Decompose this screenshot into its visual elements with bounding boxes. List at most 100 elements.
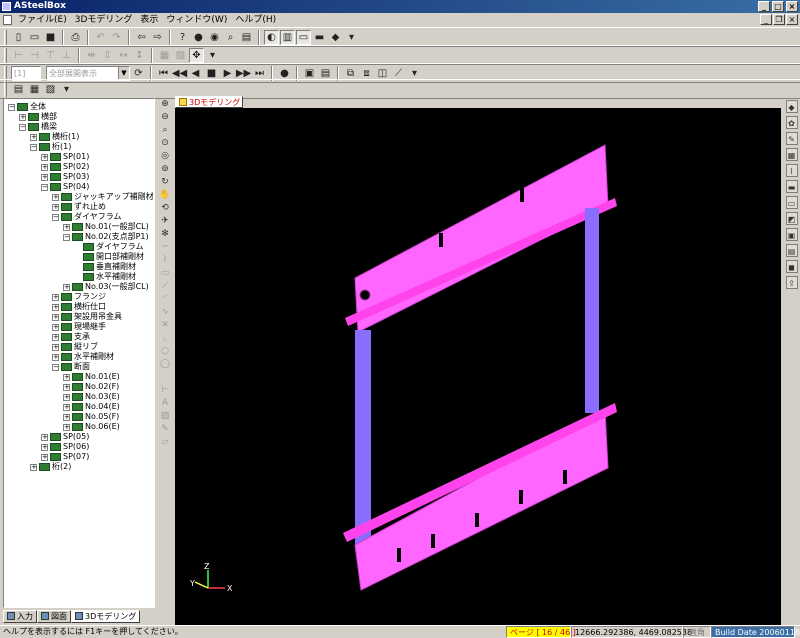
- align-left-icon[interactable]: ⊢: [11, 48, 26, 63]
- render-mode-icon[interactable]: ◐: [264, 29, 279, 45]
- properties-icon[interactable]: ▤: [11, 82, 26, 97]
- tree-item[interactable]: 開口部補剛材: [74, 252, 144, 262]
- tree-item[interactable]: + 架設用吊金具: [52, 312, 122, 322]
- zoom-previous-icon[interactable]: ⊚: [159, 163, 172, 175]
- export-tool-icon[interactable]: ⇪: [785, 276, 798, 289]
- tree-item[interactable]: 水平補剛材: [74, 272, 136, 282]
- collapse-icon[interactable]: −: [19, 123, 26, 131]
- open-folder-icon[interactable]: ▭: [27, 30, 42, 45]
- frame-icon[interactable]: ▬: [312, 30, 327, 45]
- zoom-all-icon[interactable]: ◎: [159, 150, 172, 162]
- layout-icon[interactable]: ▭: [296, 29, 311, 45]
- minimize-button[interactable]: _: [758, 1, 770, 12]
- zoom-in-icon[interactable]: ⊕: [159, 98, 172, 110]
- tree-item[interactable]: + SP(05): [41, 432, 89, 442]
- tab-input[interactable]: 入力: [3, 609, 37, 623]
- tree-item[interactable]: + No.06(E): [63, 422, 120, 432]
- tree-item[interactable]: + 支承: [52, 332, 90, 342]
- point-icon[interactable]: ·: [159, 371, 172, 383]
- back-arrow-icon[interactable]: ⇦: [134, 30, 149, 45]
- close-button[interactable]: ×: [786, 1, 798, 12]
- expand-icon[interactable]: +: [41, 433, 48, 441]
- rect-icon[interactable]: ▭: [159, 267, 172, 279]
- expand-icon[interactable]: +: [52, 203, 59, 211]
- expand-icon[interactable]: +: [41, 153, 48, 161]
- mdi-close-button[interactable]: ×: [786, 14, 798, 25]
- document-tab[interactable]: 3Dモデリング: [175, 96, 243, 108]
- expand-icon[interactable]: +: [30, 133, 37, 141]
- dropdown-arrow-icon[interactable]: ▾: [205, 48, 220, 63]
- ellipse-icon[interactable]: ◯: [159, 358, 172, 370]
- expand-icon[interactable]: +: [41, 173, 48, 181]
- blue-tool-icon[interactable]: ▭: [785, 196, 798, 209]
- dropdown-arrow-icon[interactable]: ▾: [344, 30, 359, 45]
- expand-icon[interactable]: +: [63, 413, 70, 421]
- dimension-icon[interactable]: ⊢: [159, 384, 172, 396]
- group-icon[interactable]: ▦: [157, 48, 172, 63]
- list-tool-icon[interactable]: ▤: [785, 244, 798, 257]
- yellow-tool-icon[interactable]: ◆: [785, 100, 798, 113]
- tree-item[interactable]: + 縦リブ: [52, 342, 98, 352]
- mdi-restore-button[interactable]: ❐: [773, 14, 785, 25]
- fillet-icon[interactable]: ◟: [159, 332, 172, 344]
- tab-3d-modeling[interactable]: 3Dモデリング: [71, 609, 141, 623]
- circle-icon[interactable]: ○: [159, 345, 172, 357]
- polyline-icon[interactable]: ⌇: [159, 254, 172, 266]
- tree-item[interactable]: + No.01(E): [63, 372, 120, 382]
- expand-icon[interactable]: +: [52, 353, 59, 361]
- forward-arrow-icon[interactable]: ⇨: [150, 30, 165, 45]
- color-tool-icon[interactable]: ◩: [785, 212, 798, 225]
- tree-item[interactable]: − 断面: [52, 362, 90, 372]
- tree-item[interactable]: + 横桁仕口: [52, 302, 106, 312]
- tree-item[interactable]: ダイヤフラム: [74, 242, 144, 252]
- redo-icon[interactable]: ↷: [109, 30, 124, 45]
- collapse-icon[interactable]: −: [8, 103, 15, 111]
- tree-item[interactable]: + 水平補剛材: [52, 352, 114, 362]
- fan-icon[interactable]: ✻: [159, 228, 172, 240]
- tree-item[interactable]: + SP(01): [41, 152, 89, 162]
- tree-item[interactable]: + No.01(一般部CL): [63, 222, 149, 232]
- globe-icon[interactable]: ●: [191, 30, 206, 45]
- tree-item[interactable]: + 桁(2): [30, 462, 71, 472]
- rotate-icon[interactable]: ↻: [159, 176, 172, 188]
- expand-icon[interactable]: +: [41, 163, 48, 171]
- tree-item[interactable]: − 全体: [8, 102, 46, 112]
- save-icon[interactable]: ■: [43, 30, 58, 45]
- curve-icon[interactable]: ∿: [159, 306, 172, 318]
- menu-3d-modeling[interactable]: 3Dモデリング: [71, 13, 137, 27]
- expand-icon[interactable]: +: [52, 323, 59, 331]
- align-right-icon[interactable]: ⊣: [27, 48, 42, 63]
- pan-icon[interactable]: ✋: [159, 189, 172, 201]
- tree-item[interactable]: + フランジ: [52, 292, 106, 302]
- arc-icon[interactable]: ◜: [159, 293, 172, 305]
- frame-tool-icon[interactable]: ▣: [785, 228, 798, 241]
- expand-icon[interactable]: +: [52, 193, 59, 201]
- collapse-icon[interactable]: −: [41, 183, 48, 191]
- tab-drawing[interactable]: 図面: [37, 609, 71, 623]
- same-height-icon[interactable]: ↕: [132, 48, 147, 63]
- expand-icon[interactable]: +: [63, 403, 70, 411]
- print-icon[interactable]: ⎙: [68, 30, 83, 45]
- zoom-out-icon[interactable]: ⊖: [159, 111, 172, 123]
- expand-icon[interactable]: +: [52, 313, 59, 321]
- color-icon[interactable]: ◆: [328, 30, 343, 45]
- drawing-icon[interactable]: ▧: [43, 82, 58, 97]
- tree-item[interactable]: + 横桁(1): [30, 132, 79, 142]
- maximize-button[interactable]: □: [772, 1, 784, 12]
- pen-icon[interactable]: ✎: [159, 423, 172, 435]
- tree-item[interactable]: + No.02(F): [63, 382, 119, 392]
- chart-tool-icon[interactable]: ⌇: [785, 164, 798, 177]
- collapse-icon[interactable]: −: [30, 143, 37, 151]
- line-icon[interactable]: ─: [159, 241, 172, 253]
- tree-item[interactable]: + No.03(E): [63, 392, 120, 402]
- text-icon[interactable]: A: [159, 397, 172, 409]
- align-top-icon[interactable]: ⊤: [43, 48, 58, 63]
- hatch-icon[interactable]: ▨: [159, 410, 172, 422]
- dropdown-arrow-icon[interactable]: ▾: [59, 82, 74, 97]
- tree-item[interactable]: + SP(02): [41, 162, 89, 172]
- toolbar-grip[interactable]: [4, 47, 7, 63]
- document-icon[interactable]: [3, 15, 12, 25]
- expand-icon[interactable]: +: [19, 113, 26, 121]
- expand-icon[interactable]: +: [63, 283, 70, 291]
- tree-item[interactable]: 垂直補剛材: [74, 262, 136, 272]
